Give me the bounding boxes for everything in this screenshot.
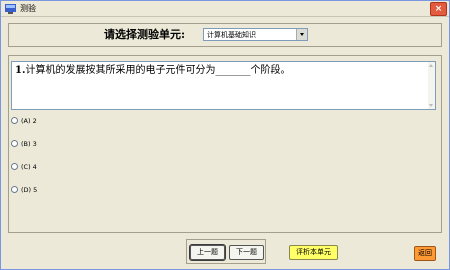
question-scrollbar[interactable] [428, 62, 435, 109]
question-number: 1. [15, 65, 26, 76]
scroll-down-icon[interactable] [429, 104, 433, 107]
question-body: 计算机的发展按其所采用的电子元件可分为_______个阶段。 [25, 65, 291, 76]
window-title: 测验 [20, 4, 36, 13]
option-c-label: (C) 4 [21, 163, 37, 171]
question-text: 1.计算机的发展按其所采用的电子元件可分为_______个阶段。 [15, 65, 290, 77]
prev-question-button[interactable]: 上一题 [189, 244, 226, 261]
option-d-label: (D) 5 [21, 186, 38, 194]
option-a-radio[interactable] [11, 117, 18, 124]
option-b-label: (B) 3 [21, 140, 37, 148]
back-button[interactable]: 返回 [414, 246, 436, 261]
option-c-radio[interactable] [11, 163, 18, 170]
close-icon: × [434, 4, 443, 14]
option-b-radio[interactable] [11, 140, 18, 147]
analyze-unit-button[interactable]: 评析本单元 [289, 245, 338, 260]
next-question-button[interactable]: 下一题 [229, 245, 264, 260]
unit-dropdown-value: 计算机基础知识 [207, 31, 256, 39]
option-d-radio[interactable] [11, 186, 18, 193]
chevron-down-icon[interactable] [296, 29, 307, 40]
question-textbox[interactable]: 1.计算机的发展按其所采用的电子元件可分为_______个阶段。 [11, 61, 436, 110]
close-button[interactable]: × [430, 2, 447, 16]
unit-select-label: 请选择测验单元: [104, 28, 186, 41]
title-bar[interactable]: 测验 × [1, 1, 449, 17]
unit-dropdown[interactable]: 计算机基础知识 [203, 28, 308, 41]
app-icon [5, 4, 16, 14]
option-a-label: (A) 2 [21, 117, 37, 125]
scroll-up-icon[interactable] [429, 64, 433, 67]
